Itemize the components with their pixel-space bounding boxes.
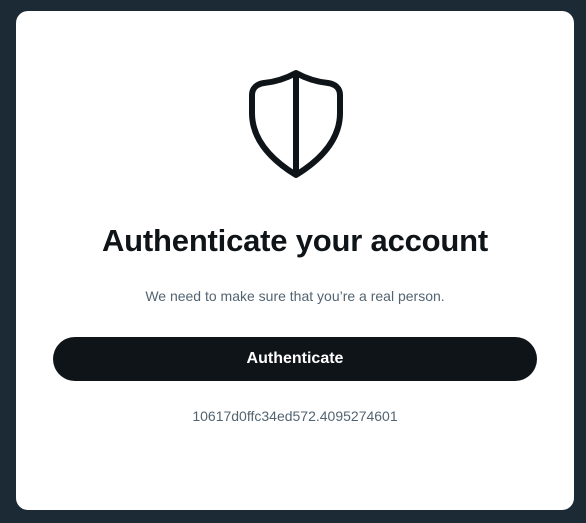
authentication-dialog: Authenticate your account We need to mak… <box>16 11 574 510</box>
authenticate-button[interactable]: Authenticate <box>53 337 537 381</box>
session-token-text: 10617d0ffc34ed572.4095274601 <box>192 408 398 424</box>
shield-icon <box>244 69 348 179</box>
subtitle-text: We need to make sure that you’re a real … <box>145 288 445 304</box>
page-title: Authenticate your account <box>102 223 488 258</box>
